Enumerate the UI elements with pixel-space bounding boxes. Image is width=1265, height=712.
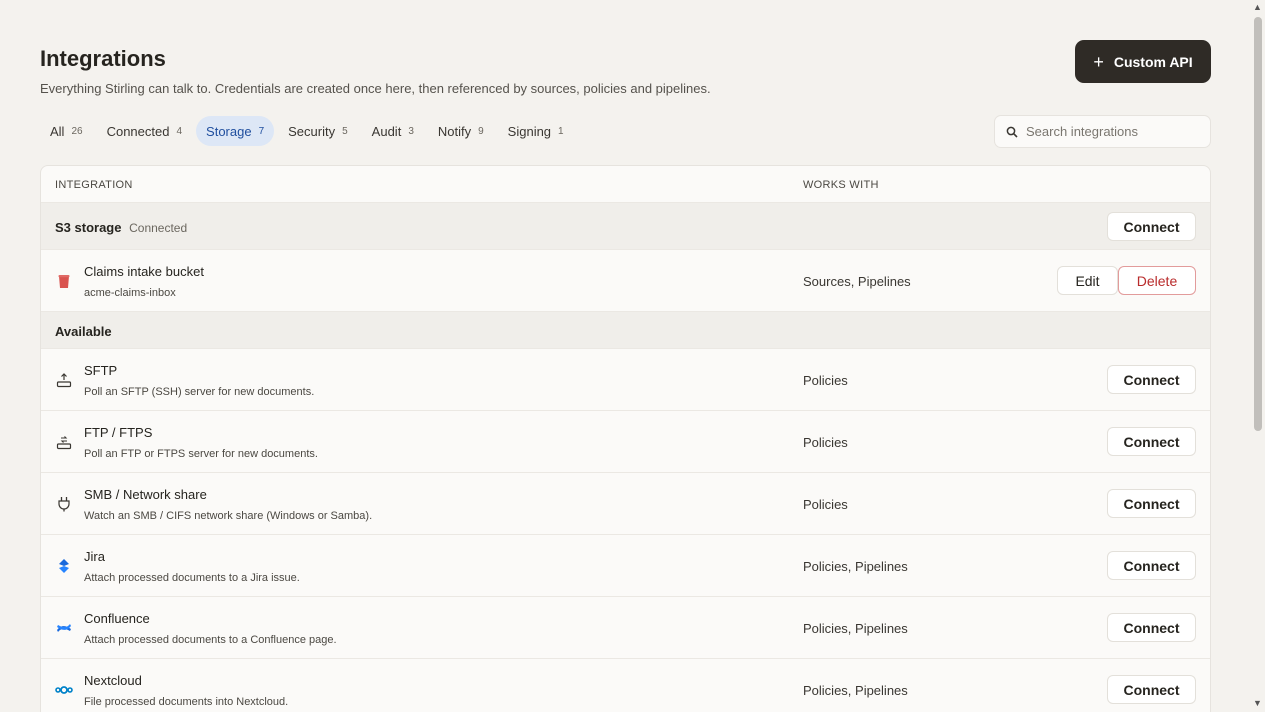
- group-name: Available: [55, 324, 112, 339]
- group-name: S3 storage: [55, 220, 122, 235]
- tab-notify[interactable]: Notify 9: [428, 116, 494, 146]
- search-input[interactable]: [1026, 124, 1196, 139]
- connect-button[interactable]: Connect: [1107, 427, 1196, 456]
- integration-desc: Poll an FTP or FTPS server for new docum…: [84, 448, 318, 460]
- tab-storage[interactable]: Storage 7: [196, 116, 275, 146]
- transfer-server-icon: [55, 433, 73, 451]
- integration-name: Jira: [84, 549, 105, 564]
- page-header: Integrations Everything Stirling can tal…: [40, 0, 1211, 112]
- delete-button[interactable]: Delete: [1118, 266, 1196, 295]
- integration-desc: File processed documents into Nextcloud.: [84, 696, 289, 708]
- tab-audit[interactable]: Audit 3: [362, 116, 424, 146]
- table-row: Claims intake bucket acme-claims-inbox S…: [41, 250, 1210, 312]
- table-row: FTP / FTPS Poll an FTP or FTPS server fo…: [41, 411, 1210, 473]
- edit-button[interactable]: Edit: [1057, 266, 1118, 295]
- scroll-up-icon[interactable]: ▲: [1253, 2, 1262, 12]
- upload-server-icon: [55, 371, 73, 389]
- table-row: Confluence Attach processed documents to…: [41, 597, 1210, 659]
- tab-count: 3: [408, 125, 414, 137]
- works-with: Policies: [803, 373, 848, 388]
- tab-connected[interactable]: Connected 4: [97, 116, 192, 146]
- vertical-scrollbar[interactable]: ▲ ▼: [1250, 0, 1265, 712]
- table-row: SMB / Network share Watch an SMB / CIFS …: [41, 473, 1210, 535]
- tab-label: All: [50, 123, 65, 139]
- table-row: SFTP Poll an SFTP (SSH) server for new d…: [41, 349, 1210, 411]
- tab-label: Security: [288, 123, 336, 139]
- integration-name: SMB / Network share: [84, 487, 207, 502]
- works-with: Sources, Pipelines: [803, 274, 911, 289]
- search-icon: [1006, 126, 1018, 138]
- page-subtitle: Everything Stirling can talk to. Credent…: [40, 81, 711, 96]
- group-status: Connected: [129, 221, 188, 235]
- category-tabs: All 26 Connected 4 Storage 7 Security 5 …: [40, 116, 578, 146]
- tab-security[interactable]: Security 5: [278, 116, 358, 146]
- connect-button[interactable]: Connect: [1107, 675, 1196, 704]
- tab-label: Storage: [206, 123, 252, 139]
- integration-desc: acme-claims-inbox: [84, 287, 176, 299]
- group-title: S3 storage Connected: [55, 220, 187, 235]
- integration-name: SFTP: [84, 363, 118, 378]
- integration-name: Claims intake bucket: [84, 264, 204, 279]
- works-with: Policies, Pipelines: [803, 559, 908, 574]
- tab-label: Audit: [371, 123, 402, 139]
- works-with: Policies: [803, 497, 848, 512]
- scroll-down-icon[interactable]: ▼: [1253, 698, 1262, 708]
- integrations-page: Integrations Everything Stirling can tal…: [40, 0, 1211, 160]
- table-row: Nextcloud File processed documents into …: [41, 659, 1210, 712]
- integration-desc: Attach processed documents to a Jira iss…: [84, 572, 300, 584]
- tab-count: 9: [478, 125, 484, 137]
- integrations-table: INTEGRATION WORKS WITH S3 storage Connec…: [40, 165, 1211, 712]
- integration-name: FTP / FTPS: [84, 425, 153, 440]
- group-available: Available: [41, 312, 1210, 349]
- tab-all[interactable]: All 26: [40, 116, 93, 146]
- column-header-integration: INTEGRATION: [55, 179, 133, 191]
- table-header: INTEGRATION WORKS WITH: [41, 166, 1210, 203]
- tab-label: Notify: [437, 123, 472, 139]
- plug-icon: [55, 495, 73, 513]
- tab-label: Signing: [507, 123, 552, 139]
- custom-api-label: Custom API: [1113, 53, 1193, 70]
- tab-label: Connected: [106, 123, 170, 139]
- connect-button[interactable]: Connect: [1107, 613, 1196, 642]
- works-with: Policies, Pipelines: [803, 683, 908, 698]
- search-box: [994, 115, 1211, 148]
- tab-count: 7: [258, 125, 265, 137]
- tab-signing[interactable]: Signing 1: [498, 116, 574, 146]
- tab-count: 26: [71, 125, 83, 137]
- integration-name: Nextcloud: [84, 673, 142, 688]
- custom-api-button[interactable]: + Custom API: [1075, 40, 1211, 83]
- connect-button[interactable]: Connect: [1107, 365, 1196, 394]
- jira-icon: [55, 557, 73, 575]
- integration-desc: Poll an SFTP (SSH) server for new docume…: [84, 386, 315, 398]
- group-s3-storage: S3 storage Connected Connect: [41, 203, 1210, 250]
- table-row: Jira Attach processed documents to a Jir…: [41, 535, 1210, 597]
- scroll-thumb[interactable]: [1254, 17, 1262, 431]
- connect-button[interactable]: Connect: [1107, 489, 1196, 518]
- integration-desc: Watch an SMB / CIFS network share (Windo…: [84, 510, 373, 522]
- connect-button[interactable]: Connect: [1107, 551, 1196, 580]
- tab-count: 4: [176, 125, 183, 137]
- works-with: Policies: [803, 435, 848, 450]
- tab-count: 1: [558, 125, 564, 137]
- page-title: Integrations: [40, 46, 166, 71]
- integration-name: Confluence: [84, 611, 150, 626]
- column-header-works-with: WORKS WITH: [803, 179, 879, 191]
- plus-icon: +: [1093, 51, 1104, 72]
- works-with: Policies, Pipelines: [803, 621, 908, 636]
- confluence-icon: [55, 619, 73, 637]
- nextcloud-icon: [55, 681, 73, 699]
- s3-connect-button[interactable]: Connect: [1107, 212, 1196, 241]
- tab-count: 5: [342, 125, 348, 137]
- bucket-icon: [55, 272, 73, 290]
- filter-bar: All 26 Connected 4 Storage 7 Security 5 …: [40, 112, 1211, 160]
- integration-desc: Attach processed documents to a Confluen…: [84, 634, 337, 646]
